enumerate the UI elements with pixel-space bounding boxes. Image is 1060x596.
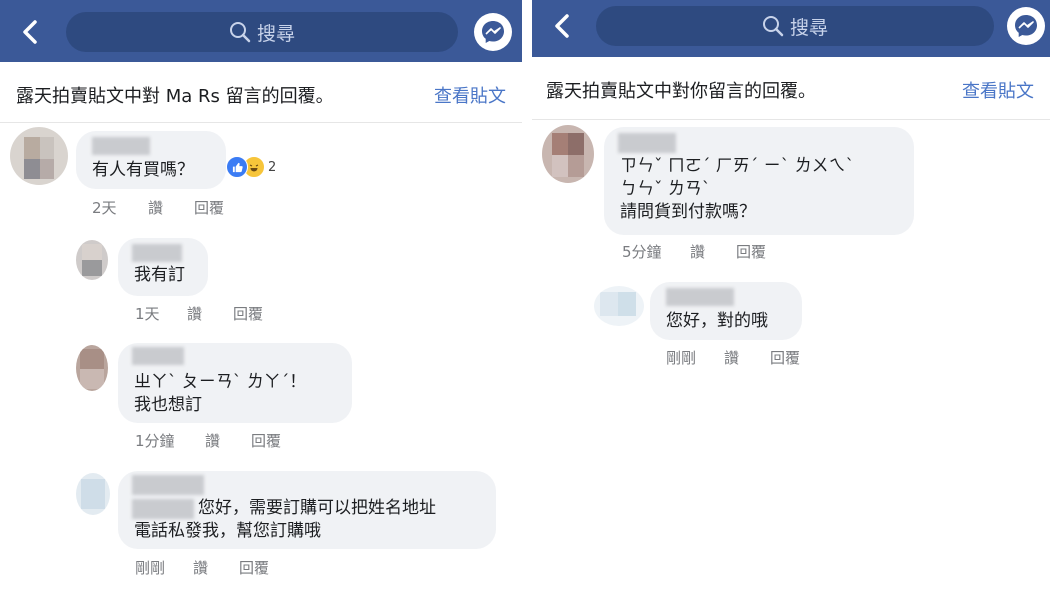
reply-link[interactable]: 回覆 <box>194 197 224 218</box>
comment-time: 2天 <box>92 199 117 217</box>
comment-bubble: 我有訂 <box>118 238 208 296</box>
view-post-link[interactable]: 查看貼文 <box>434 82 506 108</box>
messenger-icon <box>482 21 504 43</box>
post-header: 露天拍賣貼文中對 Ma Rs 留言的回覆。 查看貼文 <box>0 62 522 123</box>
avatar[interactable] <box>76 473 110 515</box>
comment-time: 剛剛 <box>135 559 166 577</box>
comment-text: 您好，對的哦 <box>666 311 768 331</box>
commenter-name-blurred <box>666 288 734 306</box>
like-link[interactable]: 讚 <box>690 241 736 262</box>
search-bar[interactable]: 搜尋 <box>66 12 458 52</box>
reply-link[interactable]: 回覆 <box>736 241 766 262</box>
comment-bubble: ㄓㄚˋ ㄆㄧㄢˋ ㄌㄚˊ！ 我也想訂 <box>118 343 352 423</box>
view-post-link[interactable]: 查看貼文 <box>962 77 1034 103</box>
comment-time: 5分鐘 <box>622 243 662 261</box>
messenger-button[interactable] <box>474 13 512 51</box>
back-chevron-icon <box>555 14 569 38</box>
right-screenshot-panel: 搜尋 露天拍賣貼文中對你留言的回覆。 查看貼文 ㄗㄣˇ ㄇㄛˊ ㄏㄞˊ ㄧˋ ㄌ… <box>532 0 1050 596</box>
messenger-button[interactable] <box>1007 7 1045 45</box>
comment-meta: 2天 讚 回覆 <box>92 197 224 218</box>
reply-link[interactable]: 回覆 <box>239 557 269 578</box>
panel-divider <box>522 0 532 596</box>
reply-link[interactable]: 回覆 <box>233 303 263 324</box>
comment-meta: 1天 讚 回覆 <box>135 303 263 324</box>
left-screenshot-panel: 搜尋 露天拍賣貼文中對 Ma Rs 留言的回覆。 查看貼文 有人有買嗎？ 2 2… <box>0 0 522 596</box>
messenger-icon <box>1015 15 1037 37</box>
comment-meta: 剛剛 讚 回覆 <box>666 347 800 368</box>
comment-meta: 5分鐘 讚 回覆 <box>622 241 766 262</box>
comment-text: ㄗㄣˇ ㄇㄛˊ ㄏㄞˊ ㄧˋ ㄌㄨㄟˋ ㄅㄣˇ ㄌㄢˋ 請問貨到付款嗎？ <box>620 156 855 222</box>
commenter-name-blurred <box>92 137 150 155</box>
comment-bubble: 有人有買嗎？ <box>76 131 226 189</box>
comment-time: 1分鐘 <box>135 432 175 450</box>
comment-bubble: ㄗㄣˇ ㄇㄛˊ ㄏㄞˊ ㄧˋ ㄌㄨㄟˋ ㄅㄣˇ ㄌㄢˋ 請問貨到付款嗎？ <box>604 127 914 235</box>
commenter-name-blurred <box>132 475 204 495</box>
header-title: 露天拍賣貼文中對你留言的回覆。 <box>546 81 816 102</box>
avatar[interactable] <box>542 125 594 183</box>
like-reaction-icon <box>226 156 248 178</box>
search-icon <box>762 16 784 37</box>
header-title: 露天拍賣貼文中對 Ma Rs 留言的回覆。 <box>16 86 334 107</box>
search-bar[interactable]: 搜尋 <box>596 6 994 46</box>
reply-link[interactable]: 回覆 <box>251 430 281 451</box>
comment-meta: 剛剛 讚 回覆 <box>135 557 269 578</box>
comment-text: 我有訂 <box>134 265 185 285</box>
back-button[interactable] <box>544 8 580 44</box>
comment-text: ㄓㄚˋ ㄆㄧㄢˋ ㄌㄚˊ！ 我也想訂 <box>134 372 307 415</box>
avatar[interactable] <box>10 127 68 185</box>
search-placeholder: 搜尋 <box>789 16 828 39</box>
reply-link[interactable]: 回覆 <box>770 347 800 368</box>
back-chevron-icon <box>23 20 37 44</box>
avatar[interactable] <box>594 286 644 326</box>
search-placeholder: 搜尋 <box>256 22 295 45</box>
comment-bubble: 您好，需要訂購可以把姓名地址 電話私發我，幫您訂購哦 <box>118 471 496 549</box>
back-button[interactable] <box>12 14 48 50</box>
comment-time: 剛剛 <box>666 349 697 367</box>
avatar[interactable] <box>76 240 108 280</box>
like-link[interactable]: 讚 <box>205 430 251 451</box>
commenter-name-blurred <box>132 347 184 365</box>
top-navigation-bar: 搜尋 <box>532 0 1050 57</box>
reaction-summary[interactable]: 2 <box>226 156 276 178</box>
comment-text: 有人有買嗎？ <box>92 160 194 180</box>
comment-time: 1天 <box>135 305 160 323</box>
search-icon <box>229 22 251 43</box>
comment-bubble: 您好，對的哦 <box>650 282 802 340</box>
like-link[interactable]: 讚 <box>148 197 194 218</box>
avatar[interactable] <box>76 345 108 391</box>
commenter-name-blurred <box>618 133 676 153</box>
top-navigation-bar: 搜尋 <box>0 0 522 62</box>
comment-text: 您好，需要訂購可以把姓名地址 電話私發我，幫您訂購哦 <box>134 498 436 541</box>
commenter-name-blurred <box>132 244 182 262</box>
like-link[interactable]: 讚 <box>193 557 239 578</box>
reaction-count: 2 <box>268 159 277 175</box>
like-link[interactable]: 讚 <box>724 347 770 368</box>
like-link[interactable]: 讚 <box>187 303 233 324</box>
comment-meta: 1分鐘 讚 回覆 <box>135 430 281 451</box>
post-header: 露天拍賣貼文中對你留言的回覆。 查看貼文 <box>532 57 1050 120</box>
